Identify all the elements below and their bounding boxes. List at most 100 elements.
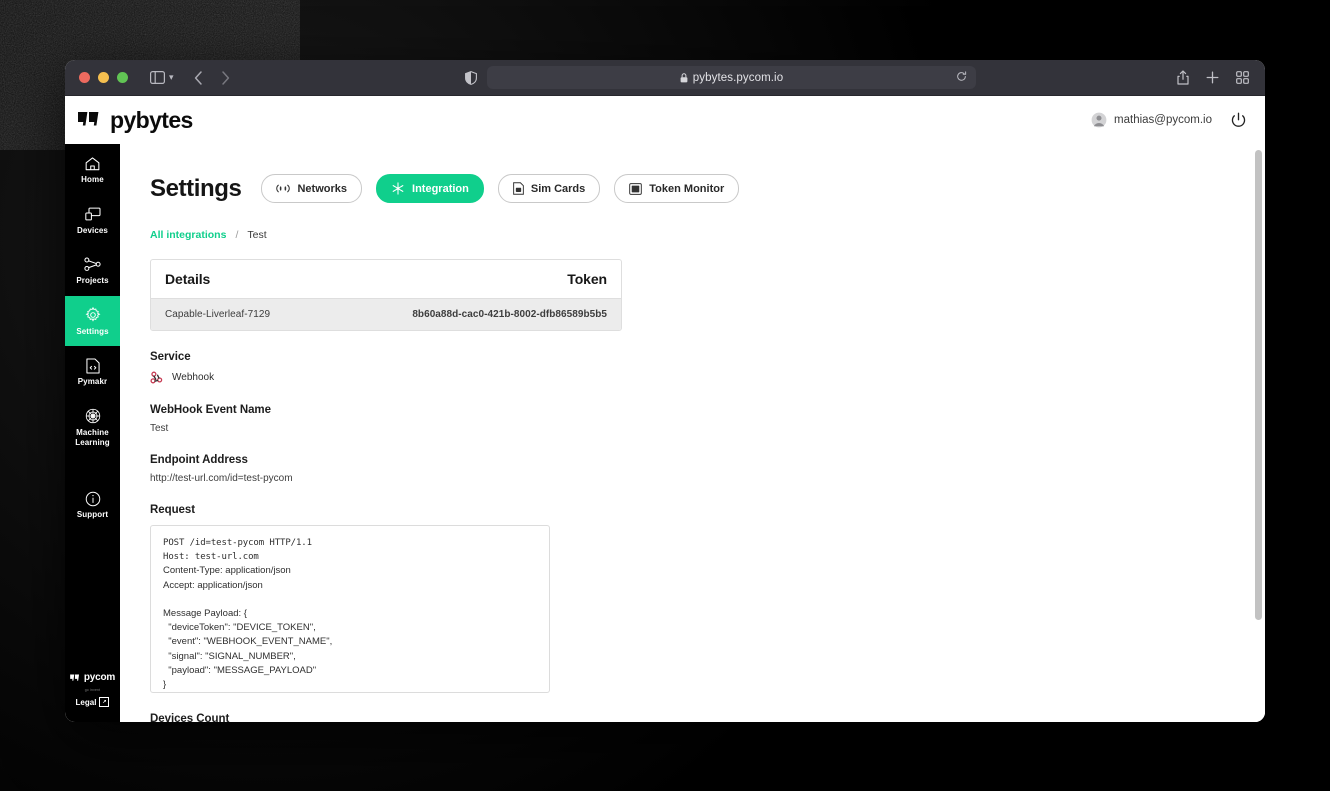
devices-icon [84, 206, 101, 223]
breadcrumb-all-integrations[interactable]: All integrations [150, 229, 226, 241]
desktop-backdrop: ▾ pybytes.pycom.io pybytes mathias@pycom… [0, 0, 1330, 791]
devices-count-field: Devices Count 1 [150, 713, 1265, 722]
sidebar: Home Devices Projects Settings Pymakr Ma… [65, 144, 120, 722]
token-monitor-icon [629, 182, 643, 195]
request-line: Accept: application/json [163, 579, 263, 591]
sidebar-item-machine-learning[interactable]: Machine Learning [65, 397, 120, 457]
sidebar-item-projects[interactable]: Projects [65, 245, 120, 296]
plus-icon[interactable] [1206, 71, 1219, 84]
table-header-row: Details Token [151, 260, 621, 299]
account-menu[interactable]: mathias@pycom.io [1091, 112, 1212, 128]
sidebar-item-support[interactable]: Support [65, 479, 120, 530]
main-content: Settings Networks Integration Sim Cards … [120, 144, 1265, 722]
power-icon[interactable] [1230, 112, 1247, 129]
request-label: Request [150, 504, 196, 516]
sidebar-item-label: Machine Learning [75, 427, 110, 447]
sidebar-footer: pycom go invent Legal ↗ [65, 672, 120, 707]
request-line: "signal": "SIGNAL_NUMBER", [163, 650, 296, 662]
maximize-window-button[interactable] [117, 72, 128, 83]
integration-icon [391, 182, 405, 195]
sim-card-icon [513, 182, 524, 195]
tab-integration[interactable]: Integration [376, 174, 484, 203]
browser-toolbar: ▾ pybytes.pycom.io [65, 60, 1265, 96]
legal-label: Legal [75, 697, 97, 707]
external-link-icon: ↗ [99, 697, 110, 707]
reload-icon[interactable] [956, 69, 967, 87]
endpoint-value: http://test-url.com/id=test-pycom [150, 473, 293, 484]
event-name-field: WebHook Event Name Test [150, 404, 1265, 434]
page-title-row: Settings Networks Integration Sim Cards … [150, 174, 1265, 203]
tab-sim-cards[interactable]: Sim Cards [497, 174, 601, 203]
minimize-window-button[interactable] [98, 72, 109, 83]
breadcrumb-current: Test [247, 229, 267, 241]
pycom-logo: pycom [70, 672, 115, 683]
window-controls [79, 72, 128, 83]
sidebar-item-label: Settings [76, 326, 109, 336]
pycom-mark-icon [70, 674, 79, 681]
request-line: "deviceToken": "DEVICE_TOKEN", [163, 622, 316, 634]
request-line: Message Payload: { [163, 608, 247, 619]
account-email: mathias@pycom.io [1114, 114, 1212, 126]
legal-link[interactable]: Legal ↗ [76, 697, 110, 707]
breadcrumb-separator: / [235, 229, 239, 241]
main-scroll-region: Settings Networks Integration Sim Cards … [120, 144, 1265, 722]
request-line: POST /id=test-pycom HTTP/1.1 [163, 538, 312, 548]
tab-label: Networks [297, 182, 348, 195]
service-value: Webhook [150, 371, 1265, 384]
settings-tabs: Networks Integration Sim Cards Token Mon… [261, 174, 740, 203]
tab-networks[interactable]: Networks [261, 174, 363, 203]
tab-token-monitor[interactable]: Token Monitor [614, 174, 740, 203]
tab-label: Sim Cards [530, 182, 586, 195]
column-header-token: Token [567, 271, 607, 287]
app-header: pybytes mathias@pycom.io [65, 96, 1265, 144]
event-name-value: Test [150, 423, 169, 434]
header-actions: mathias@pycom.io [1091, 112, 1247, 129]
details-table: Details Token Capable-Liverleaf-7129 8b6… [150, 259, 622, 331]
table-row[interactable]: Capable-Liverleaf-7129 8b60a88d-cac0-421… [151, 299, 621, 330]
request-line: Content-Type: application/json [163, 565, 291, 577]
chevron-down-icon[interactable]: ▾ [169, 72, 174, 83]
tab-grid-icon[interactable] [1236, 71, 1249, 84]
code-file-icon [85, 357, 100, 374]
close-window-button[interactable] [79, 72, 90, 83]
user-avatar-icon [1091, 112, 1107, 128]
sidebar-item-devices[interactable]: Devices [65, 195, 120, 246]
request-line: "payload": "MESSAGE_PAYLOAD" [163, 664, 317, 676]
service-label: Service [150, 351, 191, 363]
service-name: Webhook [172, 372, 215, 383]
projects-icon [84, 256, 101, 273]
sidebar-item-label: Pymakr [77, 377, 108, 387]
sidebar-item-label: Devices [77, 225, 108, 235]
privacy-shield-icon[interactable] [465, 70, 477, 85]
request-code-block[interactable]: POST /id=test-pycom HTTP/1.1 Host: test-u… [150, 525, 550, 693]
cell-integration-token: 8b60a88d-cac0-421b-8002-dfb86589b5b5 [412, 309, 607, 320]
tab-label: Token Monitor [649, 182, 725, 195]
sidebar-item-settings[interactable]: Settings [65, 295, 120, 347]
pybytes-logo[interactable]: pybytes [78, 107, 193, 134]
request-field: Request POST /id=test-pycom HTTP/1.1 Host… [150, 504, 1265, 693]
sidebar-item-pymakr[interactable]: Pymakr [65, 346, 120, 397]
sidebar-item-label: Support [76, 510, 109, 520]
pybytes-mark-icon [78, 111, 99, 125]
lock-icon [680, 72, 688, 83]
scrollbar-thumb[interactable] [1255, 150, 1262, 620]
sidebar-item-home[interactable]: Home [65, 144, 120, 195]
column-header-details: Details [165, 271, 211, 287]
pycom-tagline: go invent [84, 688, 101, 692]
chevron-right-icon[interactable] [221, 70, 230, 85]
networks-icon [276, 183, 291, 194]
address-bar[interactable]: pybytes.pycom.io [487, 66, 976, 89]
chevron-left-icon[interactable] [194, 70, 203, 85]
toolbar-actions [1177, 70, 1249, 85]
scrollbar-track[interactable] [1255, 150, 1262, 717]
gear-icon [85, 307, 101, 324]
request-line: "event": "WEBHOOK_EVENT_NAME", [163, 636, 333, 648]
neural-network-icon [85, 408, 101, 425]
request-line [163, 593, 537, 607]
info-icon [85, 490, 101, 507]
request-line: Host: test-url.com [163, 552, 259, 563]
home-icon [85, 155, 100, 172]
sidebar-toggle-icon[interactable] [150, 71, 165, 84]
service-field: Service Webhook [150, 351, 1265, 384]
share-icon[interactable] [1177, 70, 1189, 85]
